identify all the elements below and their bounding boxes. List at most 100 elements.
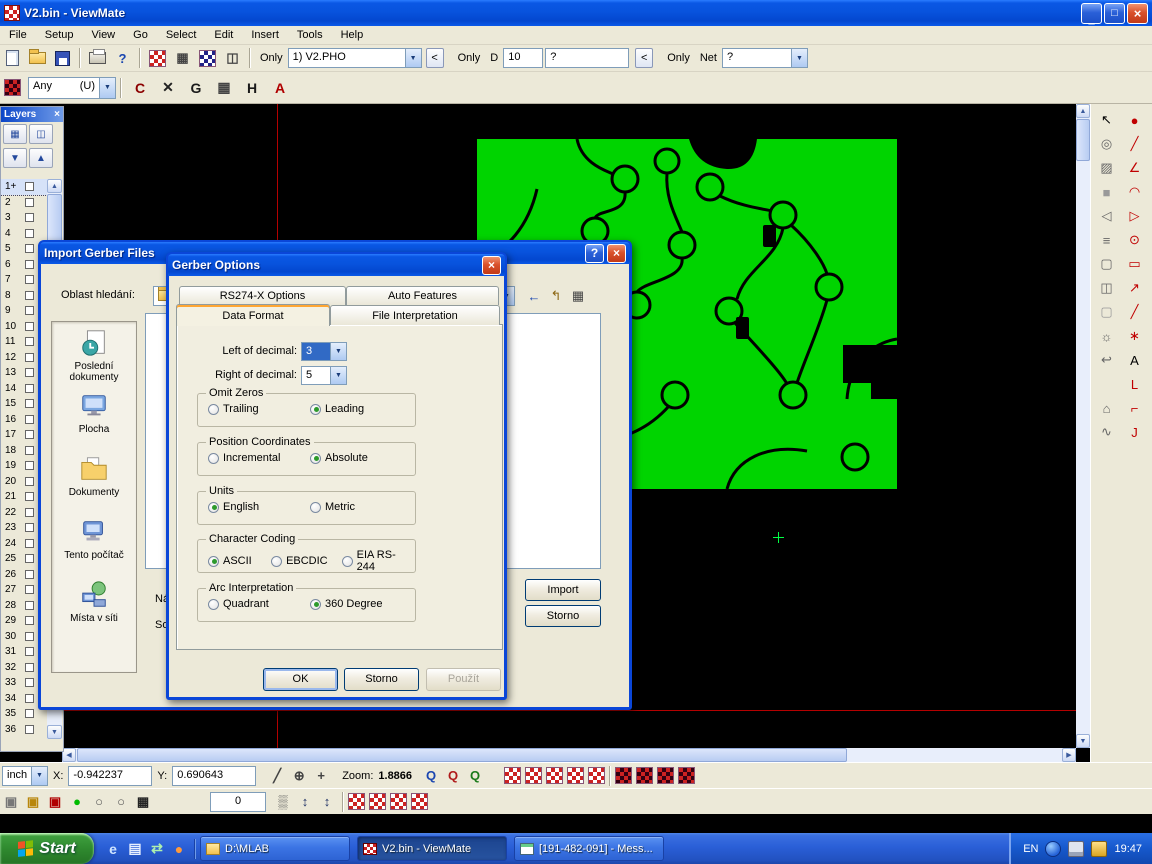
horizontal-scroll-thumb[interactable]	[77, 748, 847, 762]
layer-color-box[interactable]	[25, 616, 34, 625]
layer-color-box[interactable]	[25, 647, 34, 656]
aperture-filter-combo[interactable]: Any (U) ▼	[28, 77, 116, 99]
open-file-icon[interactable]	[26, 47, 49, 70]
layer-color-box[interactable]	[25, 492, 34, 501]
layer-color-box[interactable]	[25, 678, 34, 687]
star-icon[interactable]: ∗	[1121, 324, 1148, 348]
scroll-right-button[interactable]: ▶	[1062, 748, 1076, 762]
layer-color-box[interactable]	[25, 275, 34, 284]
place-recent-documents[interactable]: Poslední dokumenty	[52, 328, 136, 391]
close-icon[interactable]: ×	[607, 244, 626, 263]
layer-color-box[interactable]	[25, 694, 34, 703]
chevron-down-icon[interactable]: ▼	[99, 78, 115, 98]
draw-line-icon[interactable]: ╱	[1121, 132, 1148, 156]
views-icon[interactable]: ▦	[567, 285, 589, 307]
grid-step-value[interactable]: 0	[210, 792, 266, 812]
update-tray-icon[interactable]	[1091, 841, 1107, 857]
aperture-pattern-icon[interactable]	[504, 767, 521, 784]
layer-color-box[interactable]	[25, 399, 34, 408]
minimize-button[interactable]: _	[1081, 3, 1102, 24]
aperture-grid-button[interactable]: ▦	[211, 75, 237, 101]
menu-help[interactable]: Help	[332, 26, 373, 44]
close-button[interactable]: ×	[1127, 3, 1148, 24]
radio-incremental[interactable]: Incremental	[208, 452, 296, 464]
frame-icon[interactable]: ▢	[1093, 252, 1120, 276]
clock[interactable]: 19:47	[1114, 843, 1142, 855]
task-button-v2-bin-viewmate[interactable]: V2.bin - ViewMate	[357, 836, 507, 861]
vertical-scroll-thumb[interactable]	[1076, 119, 1090, 161]
place-network[interactable]: Místa v síti	[52, 580, 136, 643]
layer-color-box[interactable]	[25, 353, 34, 362]
angle-icon[interactable]: ∠	[1121, 156, 1148, 180]
browser-icon[interactable]: ●	[169, 839, 189, 859]
radio-metric[interactable]: Metric	[310, 501, 355, 513]
place-my-computer[interactable]: Tento počítač	[52, 517, 136, 580]
menu-tools[interactable]: Tools	[288, 26, 332, 44]
chevron-down-icon[interactable]: ▼	[405, 49, 421, 67]
layer-settings-icon[interactable]: ◫	[29, 124, 53, 144]
radio-ebcdic[interactable]: EBCDIC	[271, 555, 328, 567]
filled-pad-icon[interactable]: ■	[1093, 180, 1120, 204]
layer-select-combo[interactable]: 1) V2.PHO ▼	[288, 48, 422, 68]
help-icon[interactable]: ?	[585, 244, 604, 263]
scroll-left-button[interactable]: ◀	[62, 748, 76, 762]
layer-color-box[interactable]	[25, 461, 34, 470]
layer-color-box[interactable]	[25, 601, 34, 610]
dashed-frame-icon[interactable]: ▢	[1093, 300, 1120, 324]
probe-a-icon[interactable]: ○	[88, 791, 110, 813]
net-select-combo[interactable]: ? ▼	[722, 48, 808, 68]
home-icon[interactable]: ⌂	[1093, 396, 1120, 420]
layer-down-icon[interactable]: ▼	[3, 148, 27, 168]
tab-data-format[interactable]: Data Format	[176, 304, 330, 326]
layer-state-gold-icon[interactable]: ▣	[22, 791, 44, 813]
horizontal-scrollbar[interactable]: ◀ ▶	[62, 748, 1076, 762]
layer-color-box[interactable]	[25, 725, 34, 734]
circle-icon[interactable]: ⊙	[1121, 228, 1148, 252]
select-cursor-icon[interactable]: ↖	[1093, 108, 1120, 132]
zoom-select-icon[interactable]: Q	[442, 765, 464, 787]
menu-view[interactable]: View	[82, 26, 124, 44]
layer-state-red-icon[interactable]: ▣	[44, 791, 66, 813]
aperture-pattern-icon[interactable]	[411, 793, 428, 810]
layers-panel-header[interactable]: Layers ×	[1, 107, 63, 122]
ready-indicator-icon[interactable]: ●	[66, 791, 88, 813]
radio-eia-rs-244[interactable]: EIA RS-244	[342, 549, 399, 573]
aperture-pattern-icon[interactable]	[525, 767, 542, 784]
aperture-pattern-icon[interactable]	[348, 793, 365, 810]
aperture-pattern-icon[interactable]	[1, 76, 24, 99]
new-file-icon[interactable]	[1, 47, 24, 70]
close-icon[interactable]: ×	[482, 256, 501, 275]
aperture-pattern-icon[interactable]	[678, 767, 695, 784]
g-code-button[interactable]: G	[183, 75, 209, 101]
layer-color-box[interactable]	[25, 306, 34, 315]
zoom-all-icon[interactable]: Q	[464, 765, 486, 787]
l-tool-icon[interactable]: L	[1121, 372, 1148, 396]
layer-color-box[interactable]	[25, 384, 34, 393]
print-icon[interactable]	[86, 47, 109, 70]
radio-ascii[interactable]: ASCII	[208, 555, 257, 567]
menu-setup[interactable]: Setup	[36, 26, 83, 44]
layer-color-box[interactable]	[25, 260, 34, 269]
layer-color-box[interactable]	[25, 554, 34, 563]
back-icon[interactable]: ←	[523, 285, 545, 307]
layer-row[interactable]: 4	[1, 226, 47, 242]
layer-color-box[interactable]	[25, 709, 34, 718]
undo-icon[interactable]: ↩	[1093, 348, 1120, 372]
show-desktop-icon[interactable]: ▤	[125, 839, 145, 859]
text-tool-icon[interactable]: A	[1121, 348, 1148, 372]
aperture-pattern-icon[interactable]	[615, 767, 632, 784]
aperture-pattern-icon[interactable]	[657, 767, 674, 784]
gerber-dialog-titlebar[interactable]: Gerber Options ×	[168, 254, 505, 276]
blank-icon[interactable]	[1121, 444, 1148, 468]
pad-query-icon[interactable]: ◎	[1093, 132, 1120, 156]
layer-color-box[interactable]	[25, 229, 34, 238]
unit-combo[interactable]: inch ▼	[2, 766, 48, 786]
radio-trailing[interactable]: Trailing	[208, 403, 296, 415]
grid-toggle-icon[interactable]: ▦	[132, 791, 154, 813]
layer-color-box[interactable]	[25, 430, 34, 439]
language-indicator[interactable]: EN	[1023, 843, 1038, 855]
layer-color-box[interactable]	[25, 182, 34, 191]
aperture-pattern-icon[interactable]	[369, 793, 386, 810]
chevron-down-icon[interactable]: ▼	[31, 767, 47, 785]
menu-file[interactable]: File	[0, 26, 36, 44]
